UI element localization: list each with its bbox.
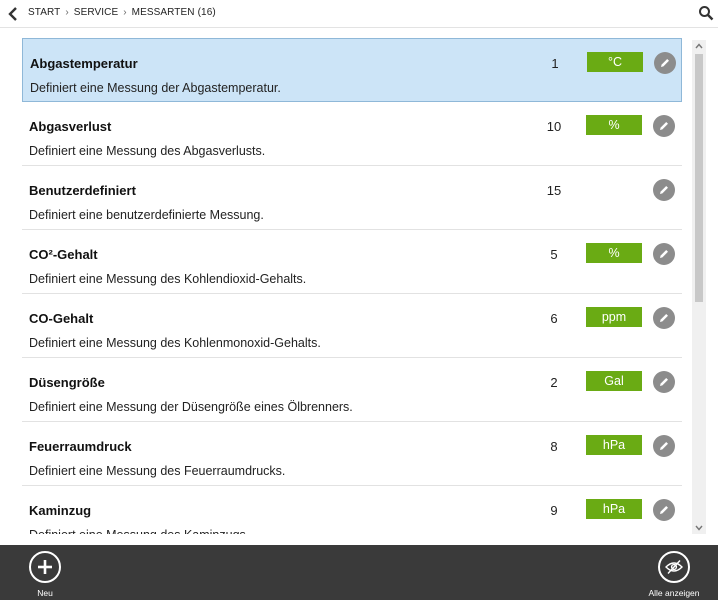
breadcrumb-separator: ›	[123, 7, 127, 18]
pencil-icon	[660, 122, 668, 130]
search-button[interactable]	[698, 5, 714, 21]
scroll-up-button[interactable]	[692, 40, 706, 52]
item-description: Definiert eine Messung der Düsengröße ei…	[29, 400, 353, 414]
back-button[interactable]	[6, 6, 20, 22]
item-title: CO-Gehalt	[29, 311, 94, 326]
item-title: Benutzerdefiniert	[29, 183, 136, 198]
breadcrumb-start[interactable]: START	[28, 7, 60, 18]
list-item[interactable]: Kaminzug Definiert eine Messung des Kamin…	[22, 486, 682, 534]
item-title: CO²-Gehalt	[29, 247, 98, 262]
eye-slash-icon	[665, 560, 683, 574]
breadcrumb-count: (16)	[197, 7, 216, 18]
list-item[interactable]: Abgasverlust Definiert eine Messung des A…	[22, 102, 682, 166]
show-all-button-circle	[658, 551, 690, 583]
edit-button[interactable]	[653, 435, 675, 457]
list-item[interactable]: Benutzerdefiniert Definiert eine benutzer…	[22, 166, 682, 230]
top-bar: START › SERVICE › MESSARTEN (16)	[0, 0, 718, 28]
breadcrumb-current: MESSARTEN	[131, 7, 195, 18]
list-item[interactable]: Abgastemperatur Definiert eine Messung de…	[22, 38, 682, 102]
unit-badge[interactable]: hPa	[586, 435, 642, 455]
plus-icon	[38, 560, 52, 574]
item-description: Definiert eine Messung des Kohlenmonoxid…	[29, 336, 321, 350]
chevron-up-icon	[695, 43, 703, 49]
item-number: 2	[550, 375, 558, 390]
unit-badge[interactable]: hPa	[586, 499, 642, 519]
item-title: Abgasverlust	[29, 119, 112, 134]
unit-badge[interactable]: %	[586, 243, 642, 263]
breadcrumb: START › SERVICE › MESSARTEN (16)	[28, 7, 216, 18]
edit-button[interactable]	[653, 307, 675, 329]
breadcrumb-separator: ›	[65, 7, 69, 18]
list-item[interactable]: Feuerraumdruck Definiert eine Messung des…	[22, 422, 682, 486]
item-description: Definiert eine Messung des Feuerraumdruc…	[29, 464, 286, 478]
scroll-thumb[interactable]	[695, 54, 703, 302]
scroll-down-button[interactable]	[692, 522, 706, 534]
show-all-button-label: Alle anzeigen	[648, 588, 700, 598]
list-item[interactable]: Düsengröße Definiert eine Messung der Düs…	[22, 358, 682, 422]
edit-button[interactable]	[654, 52, 676, 74]
item-description: Definiert eine Messung des Kaminzugs.	[29, 528, 249, 534]
item-number: 8	[550, 439, 558, 454]
list-item[interactable]: CO²-Gehalt Definiert eine Messung des Koh…	[22, 230, 682, 294]
edit-button[interactable]	[653, 243, 675, 265]
chevron-left-icon	[8, 7, 17, 21]
edit-button[interactable]	[653, 179, 675, 201]
item-description: Definiert eine benutzerdefinierte Messun…	[29, 208, 264, 222]
item-number: 1	[551, 56, 559, 71]
new-button-label: Neu	[37, 588, 53, 598]
scrollbar[interactable]	[692, 40, 706, 534]
item-number: 6	[550, 311, 558, 326]
pencil-icon	[660, 378, 668, 386]
app-bar: Neu Alle anzeigen	[0, 545, 718, 600]
search-icon	[699, 6, 714, 21]
unit-badge[interactable]: %	[586, 115, 642, 135]
pencil-icon	[660, 314, 668, 322]
item-number: 15	[546, 183, 562, 198]
pencil-icon	[661, 59, 669, 67]
item-description: Definiert eine Messung der Abgastemperat…	[30, 81, 281, 95]
breadcrumb-service[interactable]: SERVICE	[74, 7, 118, 18]
unit-badge[interactable]: Gal	[586, 371, 642, 391]
measurement-type-list: Abgastemperatur Definiert eine Messung de…	[22, 38, 682, 534]
item-number: 9	[550, 503, 558, 518]
new-button[interactable]: Neu	[15, 551, 75, 599]
edit-button[interactable]	[653, 499, 675, 521]
item-description: Definiert eine Messung des Abgasverlusts…	[29, 144, 266, 158]
item-title: Kaminzug	[29, 503, 92, 518]
edit-button[interactable]	[653, 371, 675, 393]
list-item[interactable]: CO-Gehalt Definiert eine Messung des Kohl…	[22, 294, 682, 358]
item-title: Düsengröße	[29, 375, 105, 390]
pencil-icon	[660, 506, 668, 514]
show-all-button[interactable]: Alle anzeigen	[643, 551, 705, 599]
pencil-icon	[660, 186, 668, 194]
item-number: 5	[550, 247, 558, 262]
item-number: 10	[546, 119, 562, 134]
chevron-down-icon	[695, 525, 703, 531]
item-title: Feuerraumdruck	[29, 439, 132, 454]
pencil-icon	[660, 442, 668, 450]
item-description: Definiert eine Messung des Kohlendioxid-…	[29, 272, 307, 286]
unit-badge[interactable]: ppm	[586, 307, 642, 327]
item-title: Abgastemperatur	[30, 56, 138, 71]
edit-button[interactable]	[653, 115, 675, 137]
unit-badge[interactable]: °C	[587, 52, 643, 72]
new-button-circle	[29, 551, 61, 583]
pencil-icon	[660, 250, 668, 258]
